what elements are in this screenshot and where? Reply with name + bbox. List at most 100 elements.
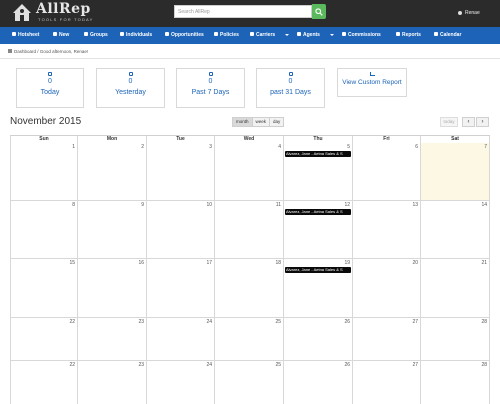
calendar-day-cell[interactable]: 8 [10,201,78,259]
nav-item-opportunities[interactable]: Opportunities [165,32,204,38]
chevron-down-icon[interactable] [330,34,334,36]
day-number[interactable]: 7 [484,144,487,150]
calendar-day-cell[interactable]: 3 [147,143,215,201]
calendar-event[interactable]: Alvarez, Jane - Aetna Sales & S [285,151,351,157]
nav-item-groups[interactable]: Groups [84,32,108,38]
stat-yesterday[interactable]: 0 Yesterday [96,68,165,108]
chevron-down-icon[interactable] [285,34,289,36]
calendar-day-cell[interactable]: 11 [215,201,284,259]
calendar-day-cell[interactable]: 23 [78,361,147,404]
day-number[interactable]: 28 [481,319,487,325]
view-week-button[interactable]: week [251,117,271,127]
calendar-event[interactable]: Alvarez, Jane - Aetna Sales & S [285,209,351,215]
day-number[interactable]: 14 [481,202,487,208]
day-number[interactable]: 4 [278,144,281,150]
calendar-day-cell[interactable]: 22 [10,361,78,404]
calendar-day-cell[interactable]: 6 [353,143,421,201]
nav-item-carriers[interactable]: Carriers [250,32,275,38]
day-number[interactable]: 26 [344,362,350,368]
nav-item-commissions[interactable]: Commissions [342,32,381,38]
calendar-day-cell[interactable]: 25 [215,361,284,404]
search-input[interactable]: Search AllRep [174,5,312,18]
calendar-day-cell[interactable]: 25 [215,318,284,361]
day-number[interactable]: 3 [209,144,212,150]
day-number[interactable]: 17 [206,260,212,266]
day-number[interactable]: 18 [275,260,281,266]
view-custom-report-button[interactable]: View Custom Report [337,68,407,97]
day-number[interactable]: 27 [412,362,418,368]
day-number[interactable]: 25 [275,362,281,368]
nav-item-hotsheet[interactable]: Hotsheet [12,32,39,38]
day-number[interactable]: 1 [72,144,75,150]
calendar-day-cell[interactable]: 9 [78,201,147,259]
next-month-button[interactable]: › [476,117,489,127]
calendar-day-cell[interactable]: 17 [147,259,215,318]
nav-item-calendar[interactable]: Calendar [434,32,461,38]
today-button[interactable]: today [440,117,458,127]
calendar-day-cell[interactable]: 10 [147,201,215,259]
day-number[interactable]: 19 [344,260,350,266]
calendar-day-cell[interactable]: 26 [284,318,353,361]
calendar-day-cell[interactable]: 21 [421,259,490,318]
calendar-day-cell[interactable]: 28 [421,361,490,404]
calendar-day-cell[interactable]: 5 Alvarez, Jane - Aetna Sales & S [284,143,353,201]
calendar-day-cell[interactable]: 20 [353,259,421,318]
prev-month-button[interactable]: ‹ [462,117,475,127]
calendar-day-cell[interactable]: 13 [353,201,421,259]
day-number[interactable]: 28 [481,362,487,368]
calendar-day-cell[interactable]: 2 [78,143,147,201]
day-number[interactable]: 6 [415,144,418,150]
day-number[interactable]: 23 [138,319,144,325]
day-number[interactable]: 16 [138,260,144,266]
day-number[interactable]: 2 [141,144,144,150]
day-number[interactable]: 22 [69,319,75,325]
day-number[interactable]: 26 [344,319,350,325]
day-number[interactable]: 24 [206,362,212,368]
stat-today[interactable]: 0 Today [16,68,84,108]
nav-item-individuals[interactable]: Individuals [120,32,152,38]
user-menu[interactable]: Renae [458,10,480,16]
calendar-day-cell[interactable]: 16 [78,259,147,318]
day-number[interactable]: 25 [275,319,281,325]
calendar-day-cell[interactable]: 22 [10,318,78,361]
nav-item-agents[interactable]: Agents [297,32,320,38]
calendar-day-cell[interactable]: 15 [10,259,78,318]
calendar-day-cell[interactable]: 23 [78,318,147,361]
stat-past-7-days[interactable]: 0 Past 7 Days [176,68,245,108]
calendar-day-cell[interactable]: 1 [10,143,78,201]
view-month-button[interactable]: month [232,117,253,127]
day-number[interactable]: 13 [412,202,418,208]
day-number[interactable]: 11 [276,202,281,208]
calendar-day-cell[interactable]: 27 [353,318,421,361]
day-number[interactable]: 22 [69,362,75,368]
day-number[interactable]: 20 [412,260,418,266]
calendar-day-cell[interactable]: 7 [421,143,490,201]
calendar-day-cell[interactable]: 24 [147,318,215,361]
day-number[interactable]: 15 [69,260,75,266]
calendar-day-cell[interactable]: 18 [215,259,284,318]
calendar-day-cell[interactable]: 28 [421,318,490,361]
stat-past-31-days[interactable]: 0 past 31 Days [256,68,325,108]
day-number[interactable]: 27 [412,319,418,325]
day-number[interactable]: 5 [347,144,350,150]
brand-logo[interactable]: AllRep TOOLS FOR TODAY [11,1,107,24]
calendar-event[interactable]: Alvarez, Jane - Aetna Sales & S [285,267,351,273]
calendar-day-cell[interactable]: 26 [284,361,353,404]
calendar-day-cell[interactable]: 12 Alvarez, Jane - Aetna Sales & S [284,201,353,259]
calendar-day-cell[interactable]: 19 Alvarez, Jane - Aetna Sales & S [284,259,353,318]
nav-item-new[interactable]: New [53,32,69,38]
day-number[interactable]: 8 [72,202,75,208]
day-number[interactable]: 24 [206,319,212,325]
day-number[interactable]: 23 [138,362,144,368]
nav-item-reports[interactable]: Reports [396,32,421,38]
breadcrumb-home[interactable]: Dashboard [14,49,36,54]
calendar-day-cell[interactable]: 14 [421,201,490,259]
calendar-day-cell[interactable]: 24 [147,361,215,404]
day-number[interactable]: 9 [141,202,144,208]
day-number[interactable]: 12 [344,202,350,208]
calendar-day-cell[interactable]: 27 [353,361,421,404]
day-number[interactable]: 21 [481,260,487,266]
calendar-day-cell[interactable]: 4 [215,143,284,201]
view-day-button[interactable]: day [269,117,285,127]
day-number[interactable]: 10 [206,202,212,208]
